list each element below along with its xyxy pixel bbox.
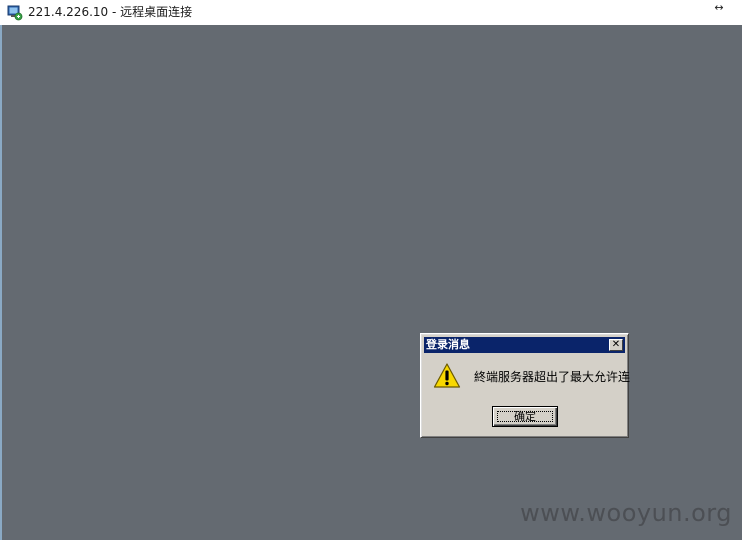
dialog-titlebar[interactable]: 登录消息 ✕ (424, 337, 625, 353)
dialog-message: 終端服务器超出了最大允许连 (474, 370, 631, 384)
watermark: www.wooyun.org (520, 499, 732, 527)
remote-desktop-icon (7, 5, 23, 21)
warning-icon (433, 362, 461, 390)
resize-button[interactable]: ↔ (712, 2, 726, 16)
window-title: 221.4.226.10 - 远程桌面连接 (28, 5, 193, 19)
close-icon: ✕ (611, 339, 621, 350)
remote-desktop-area[interactable] (0, 25, 742, 540)
login-message-dialog: 登录消息 ✕ 終端服务器超出了最大允许连 确定 (420, 333, 631, 438)
dialog-title: 登录消息 (426, 338, 470, 351)
dialog-close-button[interactable]: ✕ (609, 339, 623, 351)
ok-button[interactable]: 确定 (492, 406, 558, 427)
window-titlebar[interactable]: 221.4.226.10 - 远程桌面连接 ↔ (0, 0, 742, 25)
